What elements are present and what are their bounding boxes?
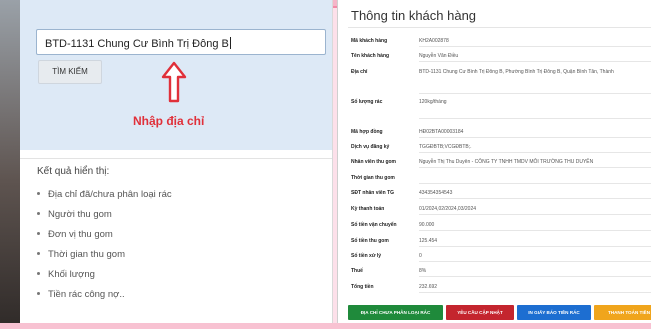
address-hint: Nhập địa chỉ <box>133 114 205 128</box>
field-underline <box>419 276 651 277</box>
bullet-dot-icon <box>37 192 40 195</box>
field-value: 01/2024,02/2024,03/2024 <box>419 206 476 212</box>
bullet-dot-icon <box>37 272 40 275</box>
field-underline <box>419 118 651 119</box>
list-item: Khối lượng <box>37 265 172 285</box>
pay-button[interactable]: THANH TOÁN TIỀN <box>594 305 651 320</box>
field-underline <box>419 137 651 138</box>
bottom-decor-strip <box>0 323 651 329</box>
field-label: Số tiền xử lý <box>351 253 382 259</box>
field-value: KH2A002878 <box>419 38 449 44</box>
field-label: Địa chỉ <box>351 69 368 75</box>
field-label: Dịch vụ đăng ký <box>351 144 390 150</box>
field-underline <box>419 152 651 153</box>
field-customer-name: Tên khách hàng Nguyễn Văn Điều <box>351 53 651 63</box>
unclassified-address-button[interactable]: ĐỊA CHỈ CHƯA PHÂN LOẠI RÁC <box>348 305 443 320</box>
search-panel: BTD-1131 Chung Cư Bình Trị Đông B TÌM KI… <box>0 0 333 329</box>
field-transport-fee: Số tiền vận chuyển 90.000 <box>351 222 651 232</box>
field-label: Số tiền vận chuyển <box>351 222 397 228</box>
list-item-label: Đơn vị thu gom <box>48 229 113 240</box>
field-value: 232.692 <box>419 284 438 290</box>
field-underline <box>419 167 651 168</box>
bullet-dot-icon <box>37 232 40 235</box>
field-underline <box>419 183 651 184</box>
results-list: Địa chỉ đã/chưa phân loại rác Người thu … <box>37 185 172 305</box>
field-collector: Nhân viên thu gom Nguyễn Thị Thu Duyên - … <box>351 159 651 169</box>
field-underline <box>419 46 651 47</box>
field-label: Mã khách hàng <box>351 38 388 44</box>
field-value: 0 <box>419 253 422 259</box>
list-item: Người thu gom <box>37 205 172 225</box>
search-button[interactable]: TÌM KIẾM <box>38 60 102 84</box>
field-contract-code: Mã hợp đồng HĐ02BTA00003184 <box>351 129 651 139</box>
customer-info-panel: Thông tin khách hàng Mã khách hàng KH2A00… <box>337 0 651 329</box>
field-label: Nhân viên thu gom <box>351 159 396 165</box>
list-item: Thời gian thu gom <box>37 245 172 265</box>
bullet-dot-icon <box>37 252 40 255</box>
left-edge-photo <box>0 0 20 329</box>
field-label: Tên khách hàng <box>351 53 390 59</box>
field-value: HĐ02BTA00003184 <box>419 129 464 135</box>
field-underline <box>419 93 651 94</box>
list-item-label: Tiền rác công nợ.. <box>48 289 125 300</box>
field-customer-code: Mã khách hàng KH2A002878 <box>351 38 651 48</box>
field-label: SĐT nhân viên TG <box>351 190 395 196</box>
customer-info-title: Thông tin khách hàng <box>351 8 477 23</box>
list-item-label: Thời gian thu gom <box>48 249 125 260</box>
field-label: Tổng tiền <box>351 284 374 290</box>
request-update-button[interactable]: YÊU CẦU CẬP NHẬT <box>446 305 514 320</box>
bullet-dot-icon <box>37 212 40 215</box>
field-underline <box>419 214 651 215</box>
field-underline <box>419 198 651 199</box>
field-label: Số lượng rác <box>351 99 383 105</box>
title-divider <box>348 27 651 28</box>
search-area: BTD-1131 Chung Cư Bình Trị Đông B TÌM KI… <box>20 0 332 150</box>
action-bar: ĐỊA CHỈ CHƯA PHÂN LOẠI RÁC YÊU CẦU CẬP N… <box>348 305 651 320</box>
field-underline <box>419 261 651 262</box>
field-underline <box>419 292 651 293</box>
field-collection-fee: Số tiền thu gom 125.454 <box>351 238 651 248</box>
address-search-input[interactable]: BTD-1131 Chung Cư Bình Trị Đông B <box>36 29 326 55</box>
field-value: 120kg/tháng <box>419 99 447 105</box>
field-address: Địa chỉ BTD-1131 Chung Cư Bình Trị Đông B… <box>351 69 651 94</box>
list-item-label: Người thu gom <box>48 209 112 220</box>
list-item: Đơn vị thu gom <box>37 225 172 245</box>
search-input-value: BTD-1131 Chung Cư Bình Trị Đông B <box>45 38 229 50</box>
field-service: Dịch vụ đăng ký TGGĐBTB;VCGĐBTB;. <box>351 144 651 154</box>
field-value: 90.000 <box>419 222 435 228</box>
field-collector-phone: SĐT nhân viên TG 434354354543 <box>351 190 651 200</box>
text-caret <box>229 37 231 49</box>
field-label: Thuế <box>351 268 363 274</box>
field-processing-fee: Số tiền xử lý 0 <box>351 253 651 263</box>
field-label: Mã hợp đồng <box>351 129 383 135</box>
field-underline <box>419 246 651 247</box>
field-value: 125.454 <box>419 238 438 244</box>
field-value: Nguyễn Thị Thu Duyên - CÔNG TY TNHH TMDV… <box>419 159 594 165</box>
field-waste-amount: Số lượng rác 120kg/tháng <box>351 99 651 119</box>
field-collection-time: Thời gian thu gom <box>351 175 651 185</box>
list-item: Tiền rác công nợ.. <box>37 285 172 305</box>
list-item-label: Địa chỉ đã/chưa phân loại rác <box>48 189 172 200</box>
bullet-dot-icon <box>37 292 40 295</box>
field-value: TGGĐBTB;VCGĐBTB;. <box>419 144 472 150</box>
field-value: BTD-1131 Chung Cư Bình Trị Đông B, Phườn… <box>419 69 614 75</box>
field-underline <box>419 230 651 231</box>
list-item-label: Khối lượng <box>48 269 95 280</box>
print-waste-notice-button[interactable]: IN GIẤY BÁO TIỀN RÁC <box>517 305 591 320</box>
field-label: Số tiền thu gom <box>351 238 389 244</box>
field-underline <box>419 61 651 62</box>
field-value: Nguyễn Văn Điều <box>419 53 459 59</box>
results-title: Kết quả hiển thị: <box>37 166 110 177</box>
results-section: Kết quả hiển thị: Địa chỉ đã/chưa phân l… <box>20 158 332 329</box>
field-label: Kỳ thanh toán <box>351 206 385 212</box>
field-value: 8% <box>419 268 427 274</box>
arrow-up-icon <box>161 61 187 103</box>
list-item: Địa chỉ đã/chưa phân loại rác <box>37 185 172 205</box>
field-value: 434354354543 <box>419 190 453 196</box>
field-label: Thời gian thu gom <box>351 175 395 181</box>
field-total: Tổng tiền 232.692 <box>351 284 651 294</box>
field-tax: Thuế 8% <box>351 268 651 278</box>
field-payment-period: Kỳ thanh toán 01/2024,02/2024,03/2024 <box>351 206 651 216</box>
